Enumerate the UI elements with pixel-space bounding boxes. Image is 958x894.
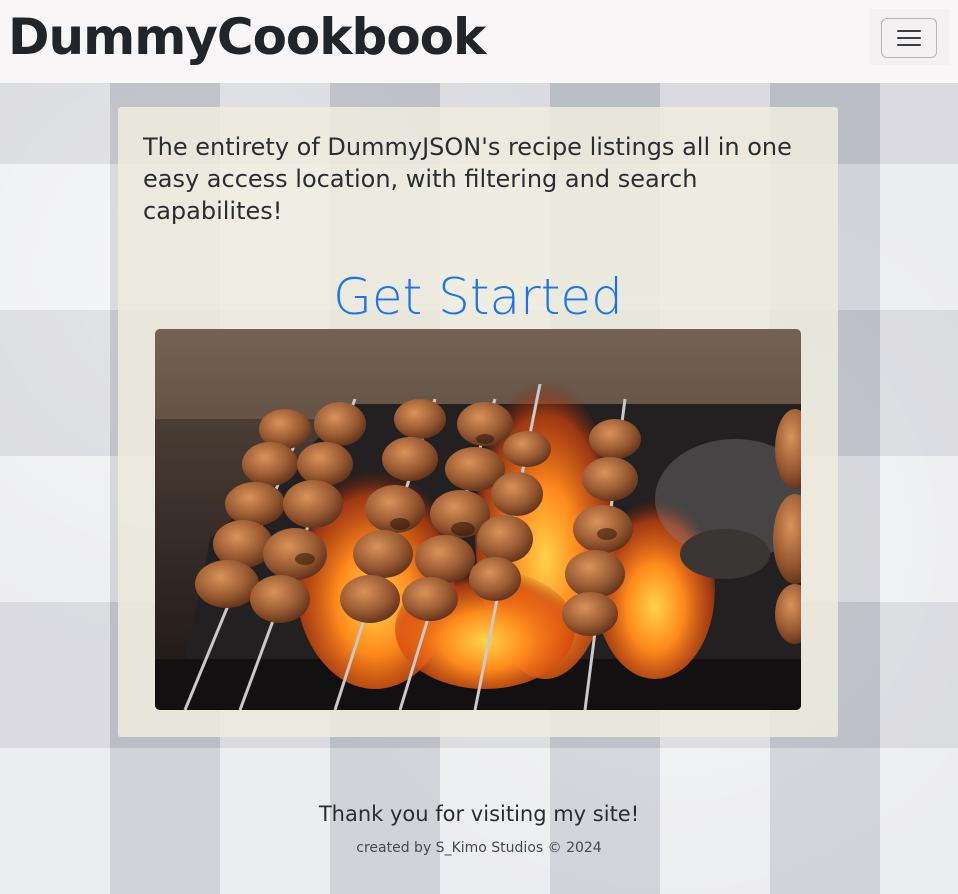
navbar-toggler-container xyxy=(869,9,949,65)
brand-logo[interactable]: DummyCookbook xyxy=(8,2,486,72)
footer-message: Thank you for visiting my site! xyxy=(318,802,640,826)
navbar-toggler-button[interactable] xyxy=(881,18,937,58)
hero-image xyxy=(155,329,801,710)
navbar: DummyCookbook xyxy=(0,0,958,83)
get-started-link[interactable]: Get Started xyxy=(118,267,838,327)
main-card: The entirety of DummyJSON's recipe listi… xyxy=(118,107,838,737)
footer-credit: created by S_Kimo Studios © 2024 xyxy=(356,840,602,856)
intro-text: The entirety of DummyJSON's recipe listi… xyxy=(143,133,792,225)
